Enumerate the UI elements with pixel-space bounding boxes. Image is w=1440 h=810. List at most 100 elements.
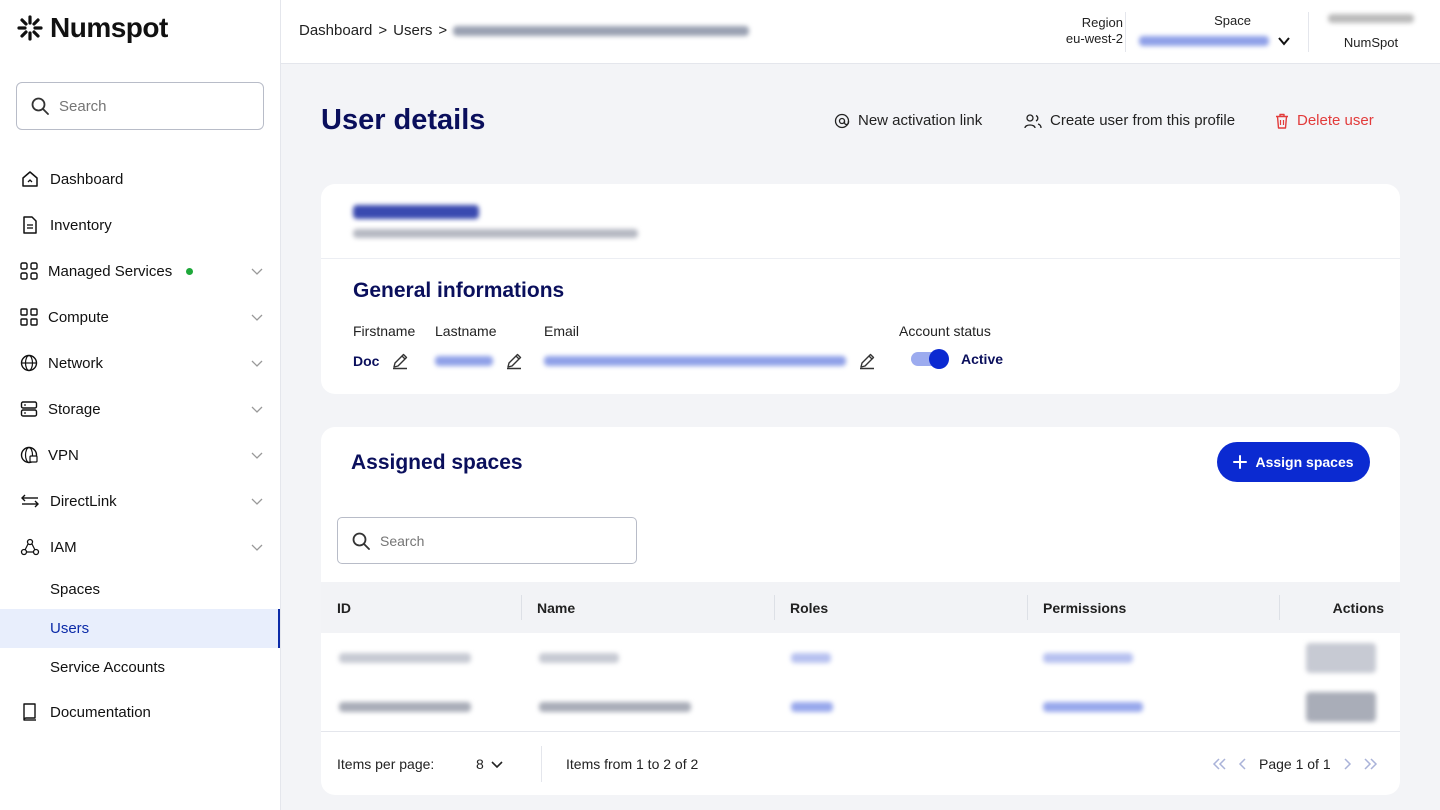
grid-icon — [20, 308, 38, 326]
last-page-icon[interactable] — [1363, 757, 1379, 771]
users-icon — [1024, 113, 1042, 128]
account-status-label: Account status — [899, 323, 991, 339]
chevron-down-icon[interactable] — [250, 494, 264, 508]
column-header-name[interactable]: Name — [537, 582, 575, 633]
sidebar-item-dashboard[interactable]: Dashboard — [0, 156, 280, 202]
sidebar-item-storage[interactable]: Storage — [0, 386, 280, 432]
first-page-icon[interactable] — [1211, 757, 1227, 771]
spaces-search-input[interactable] — [380, 532, 610, 549]
divider — [1308, 12, 1309, 52]
sidebar-item-managed-services[interactable]: Managed Services — [0, 248, 280, 294]
account-status-toggle[interactable] — [911, 349, 949, 369]
row-actions-redacted[interactable] — [1306, 692, 1376, 722]
create-user-from-profile-button[interactable]: Create user from this profile — [1024, 112, 1235, 129]
assign-spaces-label: Assign spaces — [1255, 454, 1354, 470]
table-footer: Items per page: 8 Items from 1 to 2 of 2… — [321, 731, 1400, 795]
new-activation-link-label: New activation link — [858, 112, 983, 129]
column-header-permissions[interactable]: Permissions — [1043, 582, 1126, 633]
spaces-search[interactable] — [337, 517, 637, 564]
sidebar-search-input[interactable] — [59, 97, 239, 115]
region-selector[interactable]: Region eu-west-2 — [1023, 15, 1123, 47]
chevron-down-icon[interactable] — [250, 402, 264, 416]
create-user-label: Create user from this profile — [1050, 112, 1236, 129]
chevron-down-icon[interactable] — [1277, 34, 1291, 48]
row-roles-redacted[interactable] — [791, 653, 831, 663]
sidebar-search[interactable] — [16, 82, 264, 130]
sidebar-item-service-accounts[interactable]: Service Accounts — [0, 648, 280, 687]
assign-spaces-button[interactable]: Assign spaces — [1217, 442, 1370, 482]
sidebar-item-compute[interactable]: Compute — [0, 294, 280, 340]
chevron-down-icon[interactable] — [250, 540, 264, 554]
space-selector[interactable]: Space — [1139, 13, 1309, 48]
sidebar-item-vpn[interactable]: VPN — [0, 432, 280, 478]
chevron-down-icon[interactable] — [250, 448, 264, 462]
row-permissions-redacted[interactable] — [1043, 653, 1133, 663]
sidebar-item-label: Dashboard — [50, 170, 124, 188]
breadcrumb-separator: > — [378, 22, 388, 39]
sidebar-item-users[interactable]: Users — [0, 609, 280, 648]
chevron-down-icon[interactable] — [250, 264, 264, 278]
firstname-value: Doc — [353, 353, 380, 369]
user-fullname-redacted — [353, 205, 479, 219]
table-row[interactable] — [321, 682, 1400, 731]
book-icon — [23, 703, 36, 721]
new-activation-link-button[interactable]: New activation link — [834, 112, 982, 129]
sidebar-item-inventory[interactable]: Inventory — [0, 202, 280, 248]
items-per-page-select[interactable]: 8 — [476, 732, 504, 795]
previous-page-icon[interactable] — [1237, 757, 1249, 771]
items-per-page-label: Items per page: — [337, 756, 435, 772]
user-info-card: General informations Firstname Doc Lastn… — [321, 184, 1400, 394]
assigned-spaces-card: Assigned spaces Assign spaces ID Name Ro… — [321, 427, 1400, 795]
sidebar-item-network[interactable]: Network — [0, 340, 280, 386]
row-id-redacted — [339, 653, 471, 663]
at-icon — [834, 113, 850, 128]
sidebar-item-documentation[interactable]: Documentation — [0, 689, 280, 735]
firstname-label: Firstname — [353, 323, 416, 339]
lastname-label: Lastname — [435, 323, 497, 339]
firstname-field: Doc — [353, 352, 409, 370]
row-name-redacted — [539, 702, 691, 712]
user-email-redacted — [1328, 14, 1414, 23]
row-actions-redacted[interactable] — [1306, 643, 1376, 673]
edit-pencil-icon[interactable] — [505, 352, 523, 370]
topbar: Dashboard > Users > Region eu-west-2 Spa… — [281, 0, 1440, 64]
search-icon — [31, 97, 49, 115]
numspot-logo[interactable]: Numspot — [16, 12, 168, 44]
edit-pencil-icon[interactable] — [391, 352, 409, 370]
email-field — [544, 352, 876, 370]
sidebar-nav: Dashboard Inventory Managed Services Com… — [0, 156, 280, 735]
chevron-down-icon[interactable] — [250, 356, 264, 370]
region-label: Region — [1081, 15, 1123, 30]
sidebar: Numspot Dashboard Inventory Managed Serv… — [0, 0, 281, 810]
space-label: Space — [1214, 13, 1251, 28]
sidebar-item-directlink[interactable]: DirectLink — [0, 478, 280, 524]
chevron-down-icon[interactable] — [250, 310, 264, 324]
breadcrumb-users[interactable]: Users — [393, 22, 432, 39]
sidebar-item-label: IAM — [50, 538, 77, 556]
divider — [1125, 12, 1126, 52]
sidebar-item-label: Storage — [48, 400, 101, 418]
column-header-id[interactable]: ID — [337, 582, 351, 633]
organization-menu[interactable]: NumSpot — [1321, 12, 1421, 50]
breadcrumb-dashboard[interactable]: Dashboard — [299, 22, 372, 39]
table-row[interactable] — [321, 633, 1400, 682]
email-value-redacted — [544, 356, 846, 366]
edit-pencil-icon[interactable] — [858, 352, 876, 370]
row-roles-redacted[interactable] — [791, 702, 833, 712]
sidebar-item-spaces[interactable]: Spaces — [0, 570, 280, 609]
delete-user-button[interactable]: Delete user — [1275, 112, 1374, 129]
search-icon — [352, 532, 370, 550]
sidebar-item-iam[interactable]: IAM — [0, 524, 280, 570]
row-id-redacted — [339, 702, 471, 712]
numspot-logo-icon — [17, 15, 43, 41]
column-header-roles[interactable]: Roles — [790, 582, 828, 633]
pagination: Page 1 of 1 — [1211, 732, 1379, 795]
sidebar-item-label: Managed Services — [48, 262, 173, 280]
org-name: NumSpot — [1343, 35, 1399, 50]
row-permissions-redacted[interactable] — [1043, 702, 1143, 712]
account-status-value: Active — [961, 351, 1004, 367]
chevron-down-icon — [491, 761, 503, 769]
storage-icon — [20, 401, 38, 417]
sidebar-item-label: Network — [48, 354, 104, 372]
next-page-icon[interactable] — [1341, 757, 1353, 771]
